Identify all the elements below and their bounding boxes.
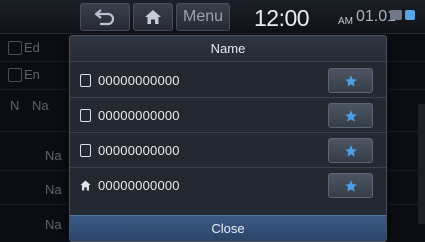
list-icon	[8, 68, 22, 82]
status-icons	[390, 10, 415, 20]
home-icon	[145, 10, 161, 24]
phone-number: 00000000000	[98, 178, 180, 193]
bg-row-label: Na	[45, 217, 62, 232]
close-button[interactable]: Close	[70, 215, 386, 241]
back-arrow-icon	[94, 9, 115, 26]
list-item[interactable]: 00000000000	[70, 168, 386, 203]
star-icon	[344, 144, 357, 157]
mobile-phone-icon	[80, 109, 91, 122]
favorite-button[interactable]	[328, 173, 373, 198]
bg-row-label: Na	[45, 182, 62, 197]
phone-number: 00000000000	[98, 143, 180, 158]
list-item[interactable]: 00000000000	[70, 98, 386, 133]
bg-row-label: Na	[45, 148, 62, 163]
star-icon	[344, 179, 357, 192]
home-button[interactable]	[133, 3, 173, 31]
bluetooth-icon	[405, 10, 415, 20]
edit-icon	[8, 41, 22, 55]
bg-row-label: Na	[32, 98, 49, 113]
phone-number: 00000000000	[98, 108, 180, 123]
star-icon	[344, 109, 357, 122]
back-button[interactable]	[80, 3, 130, 31]
home-phone-icon	[80, 180, 91, 191]
favorite-button[interactable]	[328, 103, 373, 128]
signal-icon	[390, 10, 402, 20]
clock-ampm: AM	[338, 16, 353, 27]
mobile-phone-icon	[80, 144, 91, 157]
status-bar: Menu 12:00 AM 01.01	[0, 0, 425, 34]
number-select-popup: Name 00000000000 00000000000 00000000000	[69, 35, 387, 242]
popup-title: Name	[70, 36, 386, 62]
side-panel	[418, 104, 425, 224]
bg-index-letter: N	[10, 98, 20, 113]
mobile-phone-icon	[80, 74, 91, 87]
bg-row-label: En	[24, 67, 40, 82]
list-item[interactable]: 00000000000	[70, 133, 386, 168]
favorite-button[interactable]	[328, 68, 373, 93]
bg-row-label: Ed	[24, 40, 40, 55]
list-item[interactable]: 00000000000	[70, 63, 386, 98]
clock-time: 12:00	[254, 5, 310, 31]
favorite-button[interactable]	[328, 138, 373, 163]
phone-number: 00000000000	[98, 73, 180, 88]
star-icon	[344, 74, 357, 87]
menu-button[interactable]: Menu	[176, 3, 230, 31]
number-list: 00000000000 00000000000 00000000000 0000…	[70, 63, 386, 203]
